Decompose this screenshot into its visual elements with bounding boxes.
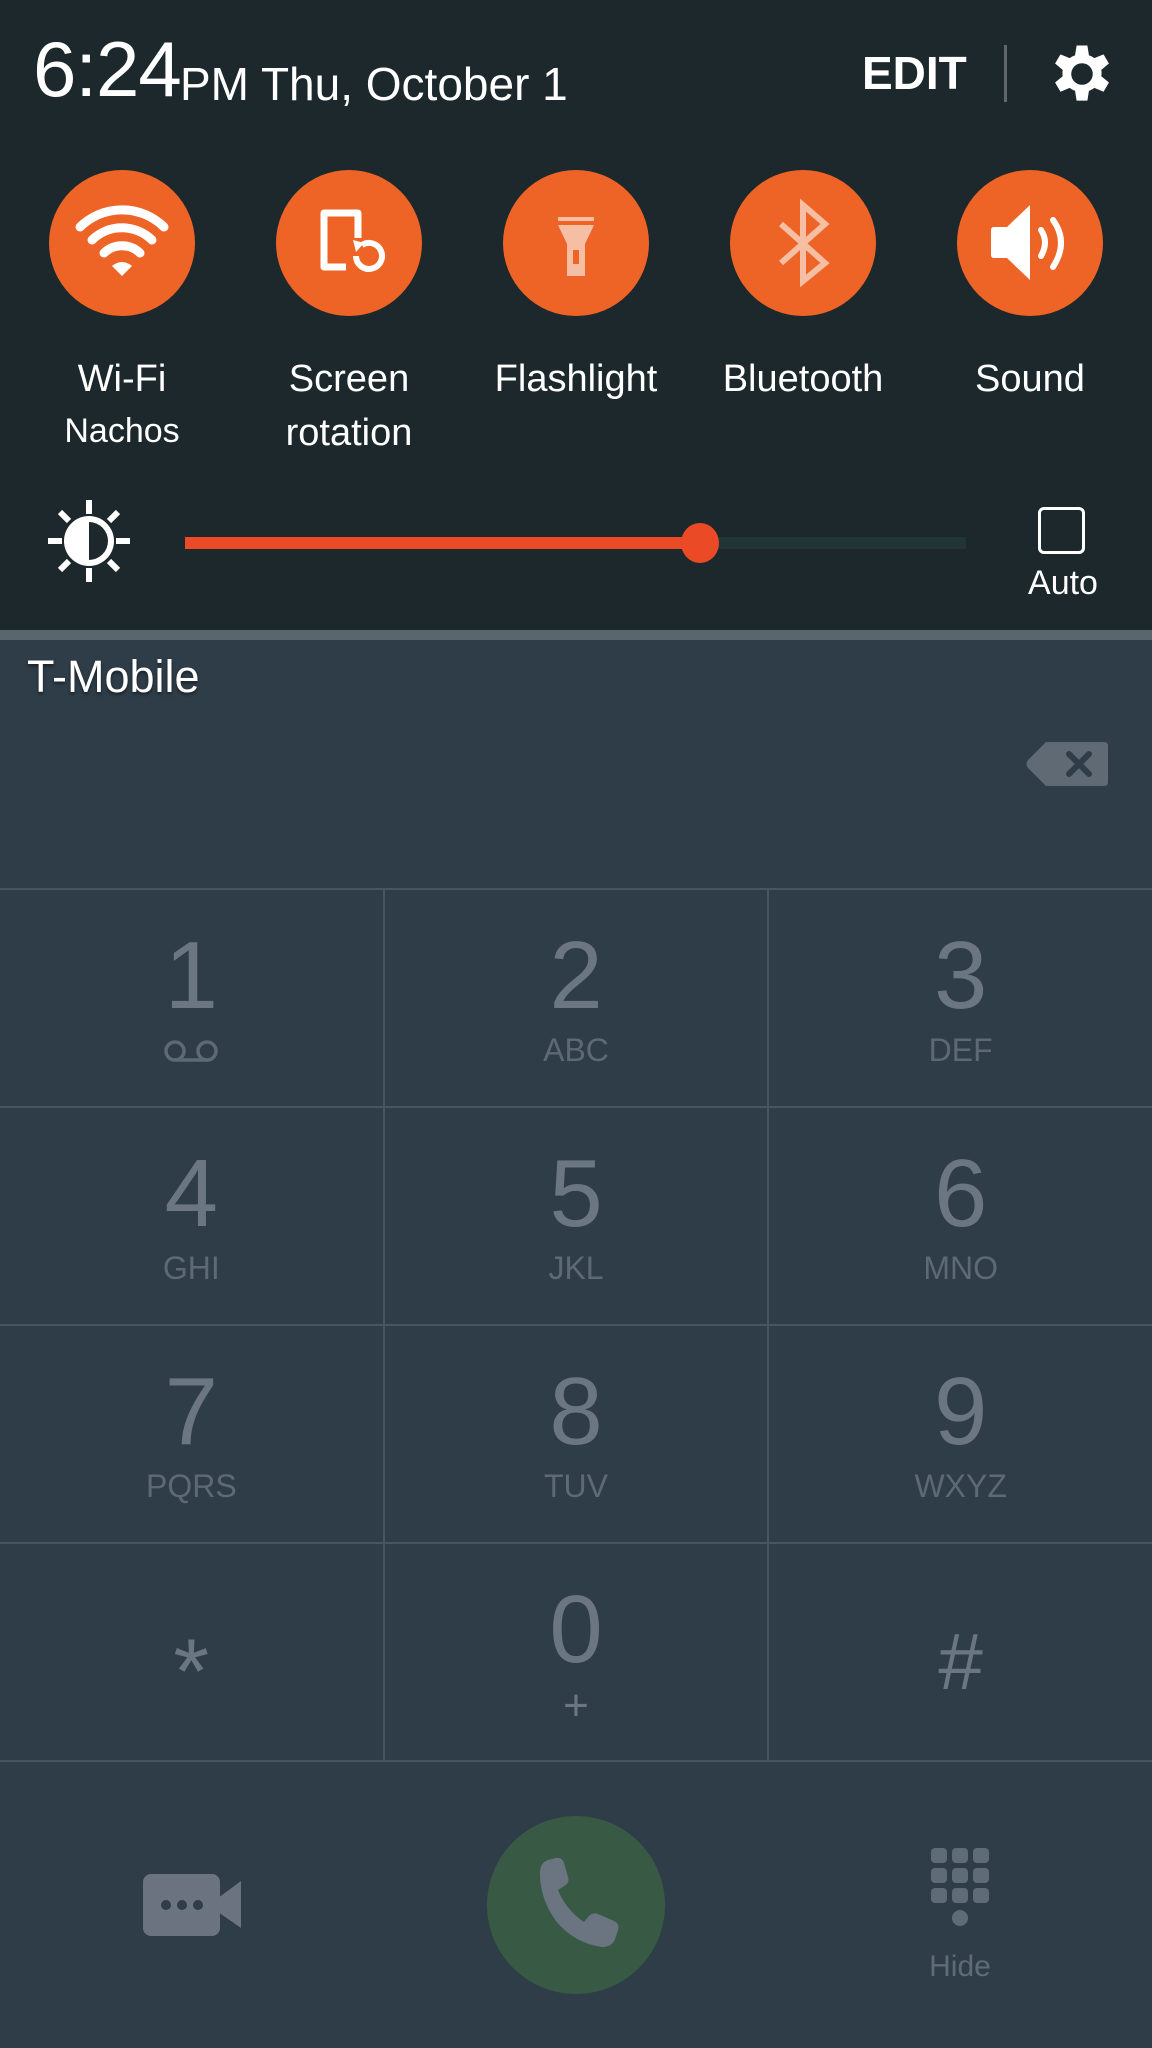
bluetooth-icon [779, 198, 830, 288]
key-letters: PQRS [145, 1468, 237, 1504]
edit-button[interactable]: EDIT [862, 50, 967, 96]
toggle-bluetooth-label: Bluetooth [722, 358, 884, 400]
brightness-icon [48, 500, 130, 582]
key-1[interactable]: 1 [0, 890, 385, 1106]
dialpad-row: 4 GHI 5 JKL 6 MNO [0, 1108, 1152, 1326]
voicemail-icon [164, 1040, 219, 1062]
toggle-screen-rotation-label-line2: rotation [285, 412, 413, 454]
gear-icon[interactable] [1044, 36, 1120, 112]
toggle-sound-circle[interactable] [957, 170, 1103, 316]
key-digit: 1 [164, 922, 219, 1029]
clock-time: 6:24 [33, 25, 182, 113]
flashlight-icon [558, 217, 594, 276]
dialpad-row: 7 PQRS 8 TUV 9 WXYZ [0, 1326, 1152, 1544]
key-hash[interactable]: # [769, 1544, 1152, 1760]
key-star[interactable]: * [0, 1544, 385, 1760]
key-8[interactable]: 8 TUV [385, 1326, 770, 1542]
brightness-slider[interactable] [185, 523, 966, 563]
key-letters: GHI [162, 1250, 220, 1286]
key-digit: 6 [933, 1140, 988, 1247]
key-0[interactable]: 0 + [385, 1544, 770, 1760]
toggle-flashlight[interactable]: Flashlight [466, 170, 686, 398]
key-letters: DEF [928, 1032, 993, 1068]
key-letters: + [563, 1681, 589, 1730]
toggle-sound[interactable]: Sound [920, 170, 1140, 398]
key-digit: 7 [164, 1358, 219, 1465]
key-letters: WXYZ [914, 1468, 1007, 1504]
key-digit: 2 [549, 922, 603, 1029]
key-digit: 3 [933, 922, 988, 1029]
hide-keypad-button[interactable]: Hide [900, 1952, 1020, 1982]
panel-drag-handle[interactable] [0, 630, 1152, 640]
toggle-wifi-network: Nachos [64, 412, 180, 450]
key-5[interactable]: 5 JKL [385, 1108, 770, 1324]
key-digit: * [173, 1621, 210, 1723]
toggle-screen-rotation[interactable]: Screen rotation [239, 170, 459, 452]
key-digit: # [938, 1617, 983, 1706]
key-9[interactable]: 9 WXYZ [769, 1326, 1152, 1542]
brightness-slider-fill [185, 537, 701, 549]
dialpad-icon[interactable] [925, 1843, 995, 1929]
screen-rotation-icon [320, 209, 385, 272]
key-4[interactable]: 4 GHI [0, 1108, 385, 1324]
toggle-screen-rotation-circle[interactable] [276, 170, 422, 316]
wifi-icon [75, 205, 169, 276]
dialpad-row: * 0 + # [0, 1544, 1152, 1762]
auto-brightness-checkbox[interactable] [1038, 507, 1085, 554]
call-button[interactable] [487, 1816, 665, 1994]
header-divider [1004, 45, 1007, 102]
carrier-label: T-Mobile [27, 651, 200, 702]
phone-icon [540, 1857, 619, 1947]
key-digit: 9 [933, 1358, 988, 1465]
key-digit: 5 [549, 1140, 603, 1247]
brightness-slider-thumb[interactable] [681, 523, 720, 563]
key-letters: TUV [544, 1468, 608, 1504]
notification-panel: 6:24 PM Thu, October 1 EDIT Wi-Fi Nachos [0, 0, 1152, 630]
toggle-wifi-label: Wi-Fi [77, 358, 167, 400]
toggle-sound-label: Sound [975, 358, 1085, 400]
key-2[interactable]: 2 ABC [385, 890, 770, 1106]
clock-date: PM Thu, October 1 [180, 58, 568, 110]
key-7[interactable]: 7 PQRS [0, 1326, 385, 1542]
key-digit: 4 [164, 1140, 219, 1247]
toggle-wifi-circle[interactable] [49, 170, 195, 316]
toggle-screen-rotation-label: Screen [288, 358, 410, 400]
auto-brightness-label: Auto [1028, 564, 1098, 602]
key-letters: JKL [548, 1250, 604, 1286]
key-3[interactable]: 3 DEF [769, 890, 1152, 1106]
toggle-bluetooth-circle[interactable] [730, 170, 876, 316]
toggle-flashlight-circle[interactable] [503, 170, 649, 316]
video-call-icon[interactable] [140, 1868, 244, 1940]
key-digit: 0 [549, 1576, 603, 1683]
backspace-icon[interactable] [1024, 740, 1110, 788]
key-letters: MNO [923, 1250, 998, 1286]
key-digit: 8 [549, 1358, 603, 1465]
toggle-bluetooth[interactable]: Bluetooth [693, 170, 913, 398]
sound-icon [991, 205, 1064, 280]
key-6[interactable]: 6 MNO [769, 1108, 1152, 1324]
toggle-wifi[interactable]: Wi-Fi Nachos [12, 170, 232, 448]
key-letters: ABC [543, 1032, 609, 1068]
dialpad: 1 2 ABC 3 DEF 4 GHI 5 JKL 6 MNO 7 PQRS 8… [0, 888, 1152, 1764]
dialpad-row: 1 2 ABC 3 DEF [0, 890, 1152, 1108]
toggle-flashlight-label: Flashlight [494, 358, 658, 400]
